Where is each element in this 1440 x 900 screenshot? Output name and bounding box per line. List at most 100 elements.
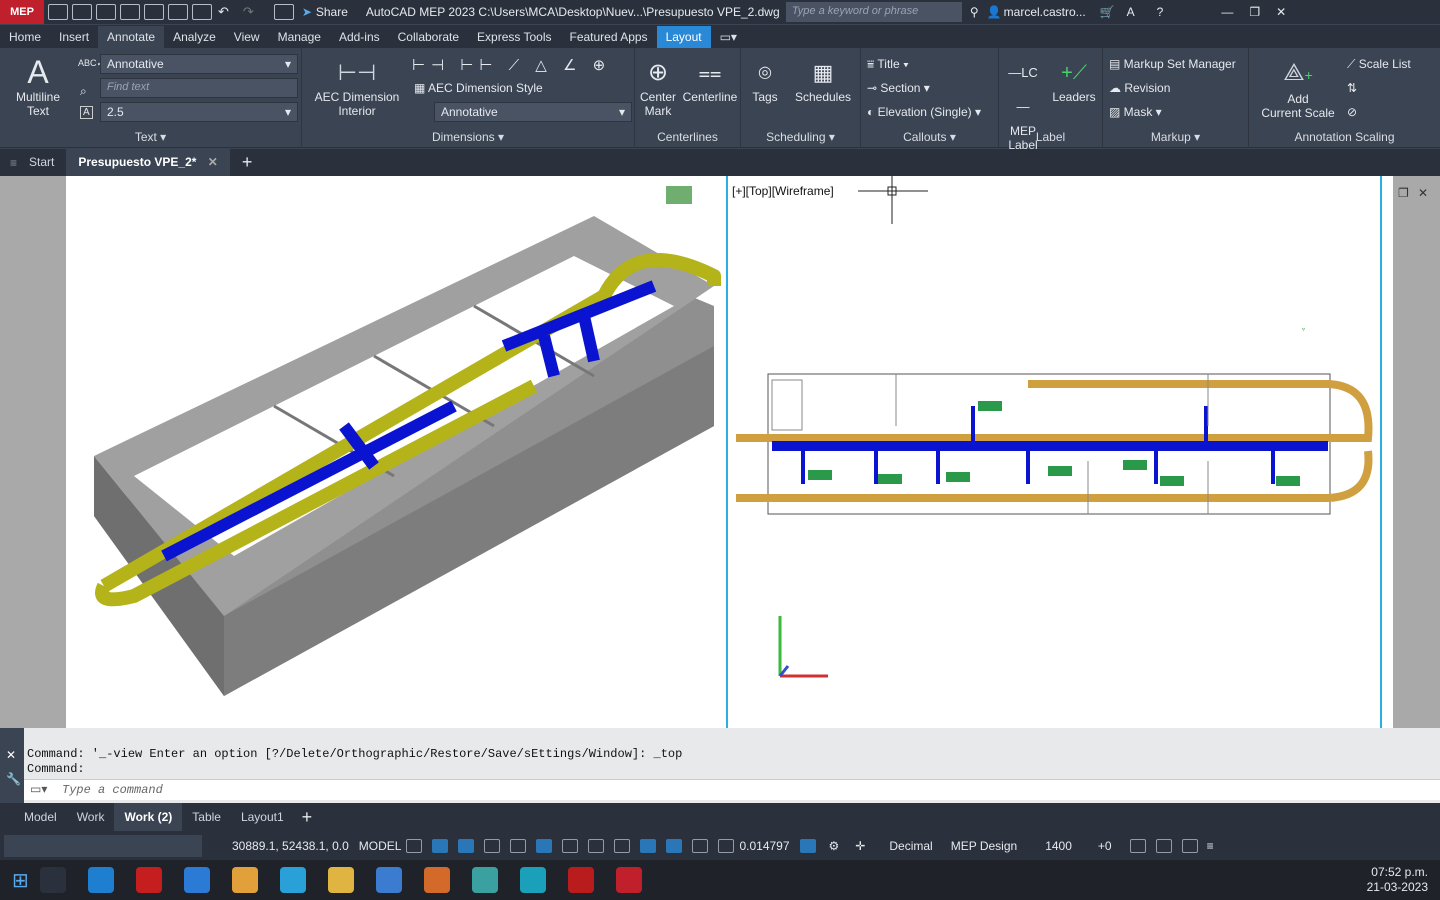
tab-layout[interactable]: Layout [656,25,711,48]
delete-scale-icon[interactable]: ⊘ [1347,105,1357,119]
tabs-menu-icon[interactable]: ≡ [10,156,17,170]
text-panel-label[interactable]: Text ▾ [0,130,301,144]
sketch-icon[interactable] [519,867,546,893]
text-style-select[interactable]: Annotative ▾ [100,54,298,74]
tab-featured-apps[interactable]: Featured Apps [561,26,657,48]
calculator-icon[interactable] [375,867,402,893]
settings-icon[interactable]: ⚙ [829,839,840,853]
markup-set-manager-button[interactable]: ▤ Markup Set Manager [1109,57,1236,71]
viewport-plan[interactable]: ▿ [728,176,1380,728]
grid-icon[interactable] [406,838,423,853]
search-input[interactable]: Type a keyword or phrase [785,2,962,22]
tab-express-tools[interactable]: Express Tools [468,26,560,48]
tab-home[interactable]: Home [0,26,50,48]
drawing-canvas[interactable]: [+][Top][Wireframe] ▿ ❐ ✕ [0,176,1440,728]
acrobat-icon[interactable] [567,867,594,893]
space-toggle[interactable]: MODEL [359,839,402,853]
command-prompt-icon[interactable]: ▭▾ [30,782,47,796]
annotation-scale-icon[interactable] [799,838,816,853]
restore-icon[interactable]: ❐ [1398,186,1409,200]
isolate-icon[interactable] [1129,838,1146,853]
photos-icon[interactable] [471,867,498,893]
text-height-select[interactable]: 2.5 ▾ [100,102,298,122]
save-web-icon[interactable] [168,4,188,20]
center-mark-button[interactable]: ⊕ Center Mark [637,56,679,118]
add-current-scale-button[interactable]: ⟁+ Add Current Scale [1255,56,1341,120]
new-tab-icon[interactable]: + [242,152,253,173]
aec-dimension-style-button[interactable]: ▦ AEC Dimension Style [414,81,543,95]
layout-tab-model[interactable]: Model [14,810,67,824]
tab-add-ins[interactable]: Add-ins [330,26,389,48]
telegram-icon[interactable] [279,867,306,893]
close-tab-icon[interactable]: ✕ [208,155,218,169]
lock-icon[interactable] [692,838,709,853]
layout-tab-work-2[interactable]: Work (2) [114,803,183,831]
save-icon[interactable] [96,4,116,20]
elevation-offset[interactable]: +0 [1098,839,1112,853]
restore-icon[interactable]: ❐ [1249,5,1260,19]
dimension-style-select[interactable]: Annotative ▾ [434,102,632,122]
polar-icon[interactable] [536,838,553,853]
centerline-button[interactable]: ⩵ Centerline [681,56,739,104]
find-text-input[interactable]: Find text [100,78,298,98]
tab-analyze[interactable]: Analyze [164,26,225,48]
move-icon[interactable]: ✛ [855,839,865,853]
scale-list-button[interactable]: ⟋ Scale List [1347,57,1411,72]
add-layout-icon[interactable]: + [302,807,313,828]
plot-icon[interactable] [192,4,212,20]
scheduling-panel-label[interactable]: Scheduling ▾ [741,130,860,144]
tab-view[interactable]: View [225,26,269,48]
netflix-icon[interactable] [135,867,162,893]
search-icon[interactable]: ⚲ [970,5,979,19]
app-menu-button[interactable]: MEP [0,0,44,24]
layout-tab-table[interactable]: Table [182,810,231,824]
dimension-tools[interactable]: ⊢⊣ ⊢⊢ ⟋ △ ∠ ⊕ [412,56,611,74]
new-icon[interactable] [48,4,68,20]
user-menu[interactable]: marcel.castro... [1004,5,1086,19]
annotation-visibility-icon[interactable] [640,838,657,853]
title-callout-button[interactable]: ⩸ Title ▾ [867,57,909,72]
undo-icon[interactable]: ↶ [218,4,229,20]
drawing-tab[interactable]: Presupuesto VPE_2* ✕ [66,149,230,176]
start-icon[interactable]: ⊞ [12,868,29,893]
ribbon-options-icon[interactable]: ▭▾ [711,26,746,48]
close-icon[interactable]: ✕ [1276,5,1286,19]
config-select[interactable]: MEP Design [951,839,1017,853]
tab-manage[interactable]: Manage [269,26,330,48]
viewport-scale[interactable]: 0.014797 [739,839,789,853]
redo-icon[interactable]: ↷ [243,4,254,20]
open-icon[interactable] [72,4,92,20]
sync-scale-icon[interactable]: ⇅ [1347,81,1357,95]
tab-collaborate[interactable]: Collaborate [389,26,468,48]
autodesk-icon[interactable]: A [1127,5,1135,19]
units-select[interactable]: Decimal [889,839,932,853]
section-callout-button[interactable]: ⊸ Section ▾ [867,81,930,95]
osnap-icon[interactable] [562,838,579,853]
infer-icon[interactable] [458,838,475,853]
save-as-icon[interactable] [120,4,140,20]
dimensions-panel-label[interactable]: Dimensions ▾ [302,130,634,144]
aec-dimension-button[interactable]: ⊢⊣ AEC Dimension Interior [312,56,402,118]
start-tab[interactable]: Start [17,149,66,176]
autocad-mep-icon[interactable] [615,867,642,893]
wipeout-button[interactable]: ▨ Mask ▾ [1109,105,1162,119]
mail-icon[interactable] [183,867,210,893]
multiline-text-button[interactable]: A Multiline Text [8,54,68,118]
wrench-icon[interactable]: 🔧 [6,772,21,786]
share-view-icon[interactable] [273,4,294,20]
minimize-icon[interactable]: — [1221,5,1233,19]
lineweight-icon[interactable] [588,838,605,853]
cart-icon[interactable]: 🛒 [1100,5,1115,19]
open-web-icon[interactable] [144,4,164,20]
command-grip[interactable] [0,728,24,803]
file-explorer-icon[interactable] [327,867,354,893]
selection-cycle-icon[interactable] [614,838,631,853]
viewport-3d[interactable] [74,176,726,728]
task-view-icon[interactable] [39,867,66,893]
leaders-button[interactable]: +⟋ Leaders [1047,56,1101,104]
tab-annotate[interactable]: Annotate [98,25,165,48]
close-icon[interactable]: ✕ [1418,186,1428,200]
dynamic-input-icon[interactable] [484,838,501,853]
customize-icon[interactable]: ≡ [1207,839,1214,853]
markup-panel-label[interactable]: Markup ▾ [1103,130,1248,144]
